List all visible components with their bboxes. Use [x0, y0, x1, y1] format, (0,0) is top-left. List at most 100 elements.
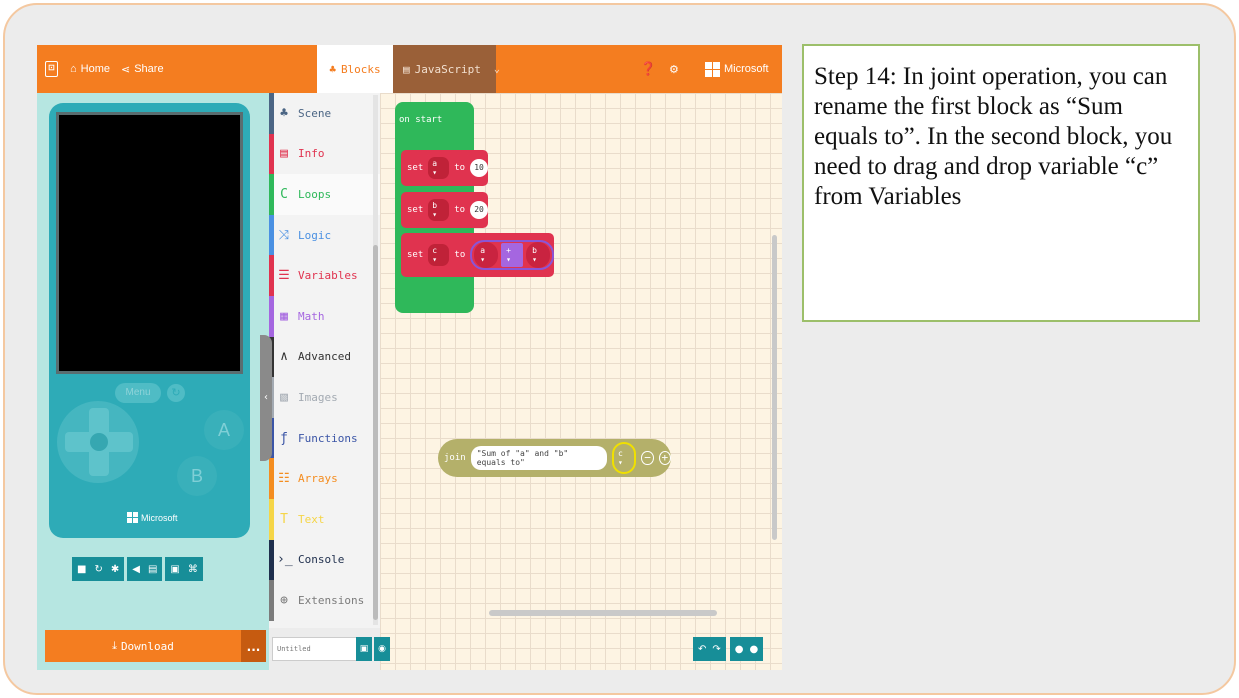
share-label: Share	[134, 63, 164, 75]
arcade-device: Menu ↻ A B Microsoft	[49, 103, 250, 538]
category-label: Math	[298, 309, 325, 323]
operator-dropdown[interactable]: + ▾	[501, 243, 524, 267]
variable-b-reporter[interactable]: b ▾	[526, 242, 551, 268]
makecode-logo[interactable]: ⊡	[45, 45, 58, 93]
set-a-block[interactable]: set a ▾ to 10	[401, 150, 488, 186]
step-caption: Step 14: In joint operation, you can ren…	[802, 44, 1200, 322]
category-color-bar	[269, 295, 274, 337]
microsoft-brand[interactable]: Microsoft	[705, 45, 769, 93]
restart-icon[interactable]: ↻	[94, 564, 102, 575]
category-label: Images	[298, 390, 338, 404]
tab-javascript[interactable]: ▤ JavaScript ⌄	[393, 45, 500, 93]
device-brand-label: Microsoft	[141, 512, 178, 523]
toolbox-category-text[interactable]: T Text	[269, 498, 380, 540]
toolbox-category-scene[interactable]: ♣ Scene	[269, 93, 380, 134]
fullscreen-icon[interactable]: ⌘	[188, 564, 198, 575]
zoom-in-icon[interactable]: ●	[750, 644, 759, 655]
zoom-group: ● ●	[729, 637, 764, 661]
simulator-panel: Menu ↻ A B Microsoft ■ ↻ ✱ ◀ ▤ ▣ ⌘ ⤓ Dow…	[37, 93, 269, 670]
add-input-icon[interactable]: +	[658, 451, 671, 465]
category-label: Console	[298, 553, 345, 567]
collapse-simulator-button[interactable]: ‹	[260, 335, 272, 461]
category-color-bar	[269, 214, 274, 256]
toolbox-category-math[interactable]: ▦ Math	[269, 295, 380, 337]
category-label: Scene	[298, 106, 332, 120]
workspace-horizontal-scrollbar[interactable]	[489, 610, 717, 616]
variable-b-dropdown[interactable]: b ▾	[428, 199, 450, 221]
variable-c-dropdown[interactable]: c ▾	[428, 244, 450, 266]
zoom-out-icon[interactable]: ●	[735, 644, 744, 655]
redo-icon[interactable]: ↷	[712, 644, 720, 655]
remove-input-icon[interactable]: −	[641, 451, 654, 465]
category-color-bar	[269, 174, 274, 215]
addition-block[interactable]: a ▾ + ▾ b ▾	[470, 240, 554, 270]
tab-javascript-label: JavaScript	[414, 62, 481, 76]
microsoft-label: Microsoft	[724, 63, 769, 75]
undo-icon[interactable]: ↶	[698, 644, 706, 655]
download-icon: ⤓	[112, 639, 117, 652]
stop-icon[interactable]: ■	[77, 564, 86, 575]
variable-c-reporter[interactable]: c ▾	[611, 442, 637, 474]
gear-icon[interactable]: ⚙	[669, 45, 679, 93]
on-start-label: on start	[399, 115, 443, 125]
share-button[interactable]: ⋖ Share	[121, 45, 164, 93]
set-c-block[interactable]: set c ▾ to a ▾ + ▾ b ▾	[401, 233, 554, 277]
code-file-icon: ▤	[403, 62, 410, 76]
debug-icon[interactable]: ✱	[111, 564, 119, 575]
toolbox-scroll-thumb[interactable]	[373, 245, 378, 620]
toolbox-category-images[interactable]: ▧ Images	[269, 377, 380, 418]
sound-icon[interactable]: ◀	[132, 564, 140, 575]
variable-a-dropdown[interactable]: a ▾	[428, 157, 450, 179]
tree-icon: ♣	[280, 105, 288, 121]
share-icon: ⋖	[121, 63, 131, 76]
toolbox-category-extensions[interactable]: ⊕ Extensions	[269, 580, 380, 621]
b-button[interactable]: B	[177, 456, 217, 496]
category-label: Info	[298, 147, 325, 161]
toolbox-category-loops[interactable]: C Loops	[269, 174, 380, 215]
category-label: Variables	[298, 269, 358, 283]
screenshot-icon[interactable]: ▣	[170, 564, 179, 575]
menu-button[interactable]: Menu	[115, 383, 161, 403]
save-icon[interactable]: ▣	[356, 637, 372, 661]
to-label: to	[454, 250, 466, 260]
chevron-down-icon[interactable]: ⌄	[494, 64, 500, 75]
toolbox-category-functions[interactable]: ƒ Functions	[269, 417, 380, 459]
toolbox-category-variables[interactable]: ☰ Variables	[269, 255, 380, 296]
join-string-input[interactable]: "Sum of "a" and "b" equals to"	[470, 446, 607, 470]
category-color-bar	[269, 255, 274, 296]
tab-blocks[interactable]: ♣ Blocks	[317, 45, 393, 93]
a-button[interactable]: A	[204, 410, 244, 450]
console-icon: ›_	[277, 552, 293, 568]
value-a-input[interactable]: 10	[470, 159, 488, 177]
device-brand: Microsoft	[127, 512, 178, 523]
category-color-bar	[269, 539, 274, 581]
keyboard-icon[interactable]: ▤	[148, 564, 157, 575]
category-color-bar	[269, 133, 274, 175]
toolbox-category-logic[interactable]: ⤨ Logic	[269, 214, 380, 256]
category-label: Loops	[298, 187, 332, 201]
help-icon[interactable]: ❓	[640, 45, 656, 93]
toolbox-category-info[interactable]: ▤ Info	[269, 133, 380, 175]
toolbox-category-console[interactable]: ›_ Console	[269, 539, 380, 581]
project-name-input[interactable]: Untitled	[272, 637, 360, 661]
sim-control-group: ■ ↻ ✱	[72, 557, 125, 581]
value-b-input[interactable]: 20	[470, 201, 488, 219]
home-button[interactable]: ⌂ Home	[70, 45, 110, 93]
array-icon: ☷	[278, 471, 290, 487]
join-block[interactable]: join "Sum of "a" and "b" equals to" c ▾ …	[438, 439, 671, 477]
reset-icon[interactable]: ↻	[167, 384, 185, 402]
loop-icon: C	[280, 186, 288, 202]
github-icon[interactable]: ◉	[374, 637, 390, 661]
toolbox-category-advanced[interactable]: ∧ Advanced	[269, 336, 380, 378]
workspace-vertical-scrollbar[interactable]	[772, 235, 777, 540]
category-label: Advanced	[298, 350, 351, 364]
toolbox-category-arrays[interactable]: ☷ Arrays	[269, 458, 380, 499]
toolbox: ♣ Scene ▤ Info C Loops ⤨ Logic ☰ Variables ▦ Math ∧ A…	[269, 93, 380, 628]
sim-capture-group: ▣ ⌘	[165, 557, 203, 581]
download-button[interactable]: ⤓ Download	[45, 630, 241, 662]
variable-a-reporter[interactable]: a ▾	[474, 242, 499, 268]
category-label: Functions	[298, 431, 358, 445]
set-b-block[interactable]: set b ▾ to 20	[401, 192, 488, 228]
category-color-bar	[269, 458, 274, 499]
download-more-button[interactable]: ...	[241, 630, 266, 662]
